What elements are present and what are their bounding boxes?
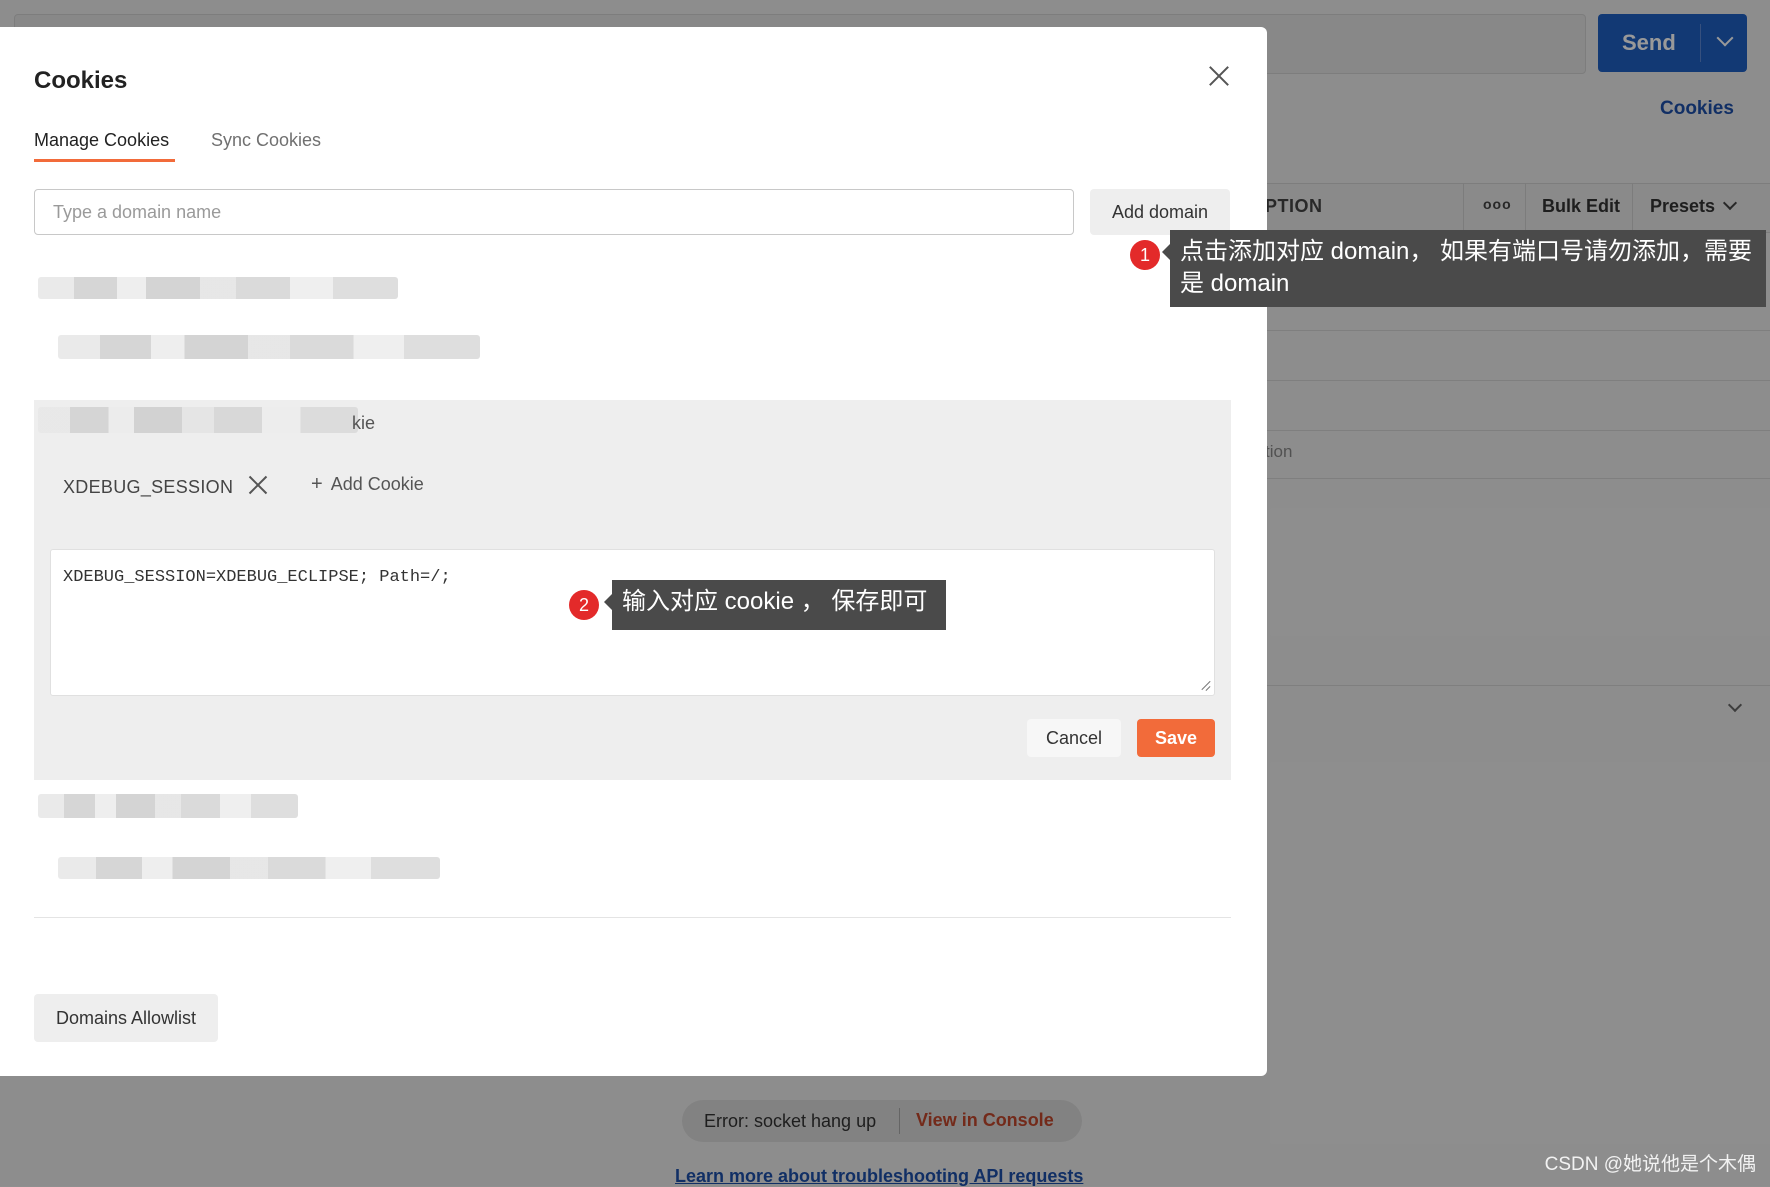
tab-manage-cookies[interactable]: Manage Cookies: [34, 130, 169, 151]
cancel-button[interactable]: Cancel: [1027, 719, 1121, 757]
redacted-cookie-row: [58, 857, 440, 879]
cookie-tab-xdebug-session[interactable]: XDEBUG_SESSION: [63, 477, 233, 498]
add-cookie-label: Add Cookie: [330, 474, 424, 494]
active-tab-indicator: [34, 159, 175, 162]
panel-label-fragment: kie: [352, 413, 376, 433]
annotation-badge: 2: [569, 590, 599, 620]
modal-title: Cookies: [34, 67, 128, 94]
watermark: CSDN @她说他是个木偶: [1544, 1154, 1756, 1175]
domain-name-input[interactable]: [34, 189, 1074, 235]
domains-allowlist-button[interactable]: Domains Allowlist: [34, 994, 218, 1042]
plus-icon: +: [311, 473, 323, 495]
annotation-badge: 1: [1130, 240, 1160, 270]
add-cookie-button[interactable]: + Add Cookie: [311, 473, 424, 496]
close-icon[interactable]: [248, 475, 268, 495]
annotation-tooltip: 点击添加对应 domain， 如果有端口号请勿添加，需要是 domain: [1162, 230, 1766, 307]
redacted-domain: [38, 277, 398, 299]
redacted-domain: [38, 407, 358, 433]
divider: [34, 917, 1231, 918]
redacted-cookie-row: [58, 335, 480, 359]
cookies-modal: Cookies Manage Cookies Sync Cookies Add …: [0, 27, 1267, 1076]
resize-handle-icon[interactable]: [1200, 681, 1210, 691]
add-domain-button[interactable]: Add domain: [1090, 189, 1230, 235]
close-icon[interactable]: [1208, 65, 1230, 87]
tab-sync-cookies[interactable]: Sync Cookies: [211, 130, 321, 151]
redacted-domain: [38, 794, 298, 818]
annotation-tooltip: 输入对应 cookie ， 保存即可: [604, 580, 946, 630]
save-button[interactable]: Save: [1137, 719, 1215, 757]
